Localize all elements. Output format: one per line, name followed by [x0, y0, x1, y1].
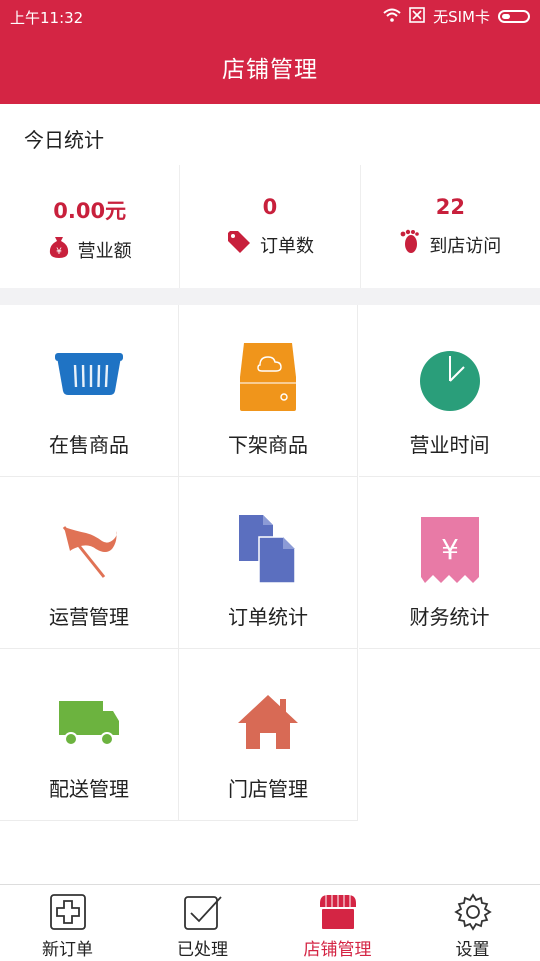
grid-item-label: 在售商品: [49, 433, 129, 457]
tab-label: 已处理: [177, 940, 228, 960]
grid-item-label: 营业时间: [409, 433, 490, 457]
tab-new-orders[interactable]: 新订单: [0, 885, 135, 961]
sim-status: 无SIM卡: [433, 8, 490, 26]
grid-item-business-hours[interactable]: 营业时间: [359, 305, 540, 477]
house-icon: [236, 693, 300, 755]
wifi-icon: [383, 8, 401, 26]
stat-revenue[interactable]: 0.00元 ¥ 营业额: [0, 165, 181, 288]
grid-item-store[interactable]: 门店管理: [179, 649, 358, 821]
tab-processed[interactable]: 已处理: [135, 885, 270, 961]
section-divider: [0, 288, 540, 305]
battery-icon: [498, 10, 530, 23]
stat-value: 0: [262, 195, 278, 219]
stat-visits[interactable]: 22 到店访问: [361, 165, 540, 288]
svg-text:¥: ¥: [56, 247, 62, 257]
grid-item-label: 配送管理: [49, 777, 129, 801]
grid-item-on-sale[interactable]: 在售商品: [0, 305, 179, 477]
grid-item-off-shelf[interactable]: 下架商品: [179, 305, 358, 477]
grid-item-order-stats[interactable]: 订单统计: [179, 477, 358, 649]
status-time: 上午11:32: [10, 9, 84, 27]
flag-icon: [56, 521, 122, 585]
page-title: 店铺管理: [222, 57, 318, 83]
status-right: 无SIM卡: [383, 6, 530, 27]
svg-text:¥: ¥: [441, 533, 459, 566]
storefront-icon: [318, 893, 358, 935]
stat-label: 营业额: [77, 240, 132, 262]
tab-store-management[interactable]: 店铺管理: [270, 885, 405, 961]
archive-box-icon: [238, 341, 298, 417]
footprint-icon: [399, 229, 421, 260]
stat-label: 到店访问: [429, 235, 502, 257]
app-header: 上午11:32 无SIM卡 店铺管理: [0, 0, 540, 104]
stat-orders[interactable]: 0 订单数: [180, 165, 361, 288]
tab-label: 店铺管理: [303, 940, 372, 960]
stat-value: 0.00元: [53, 199, 127, 223]
no-sim-icon: [409, 6, 425, 27]
tag-icon: [226, 229, 252, 260]
tab-settings[interactable]: 设置: [405, 885, 540, 961]
grid-item-finance-stats[interactable]: ¥ 财务统计: [359, 477, 540, 649]
tab-label: 新订单: [42, 940, 93, 960]
stat-label: 订单数: [259, 235, 314, 257]
receipt-icon: ¥: [419, 515, 481, 589]
bottom-nav: 新订单 已处理 店铺管理 设置: [0, 884, 540, 961]
grid-item-label: 运营管理: [49, 605, 129, 629]
basket-icon: [53, 343, 125, 403]
gear-icon: [453, 893, 492, 935]
money-bag-icon: ¥: [48, 235, 70, 264]
plus-square-icon: [49, 893, 87, 935]
grid-item-label: 财务统计: [409, 605, 490, 629]
grid-item-label: 订单统计: [228, 605, 308, 629]
truck-icon: [57, 699, 121, 753]
grid-item-label: 门店管理: [228, 777, 308, 801]
today-stats: 0.00元 ¥ 营业额 0 订单数 22 到店访问: [0, 165, 540, 288]
grid-item-label: 下架商品: [228, 433, 308, 457]
grid-item-delivery[interactable]: 配送管理: [0, 649, 179, 821]
grid-item-operations[interactable]: 运营管理: [0, 477, 179, 649]
clock-icon: [418, 349, 482, 417]
check-square-icon: [183, 893, 223, 937]
tab-label: 设置: [455, 940, 490, 960]
today-stats-heading: 今日统计: [24, 128, 104, 152]
status-bar: 上午11:32 无SIM卡: [0, 0, 540, 32]
documents-icon: [237, 513, 299, 589]
stat-value: 22: [435, 195, 465, 219]
